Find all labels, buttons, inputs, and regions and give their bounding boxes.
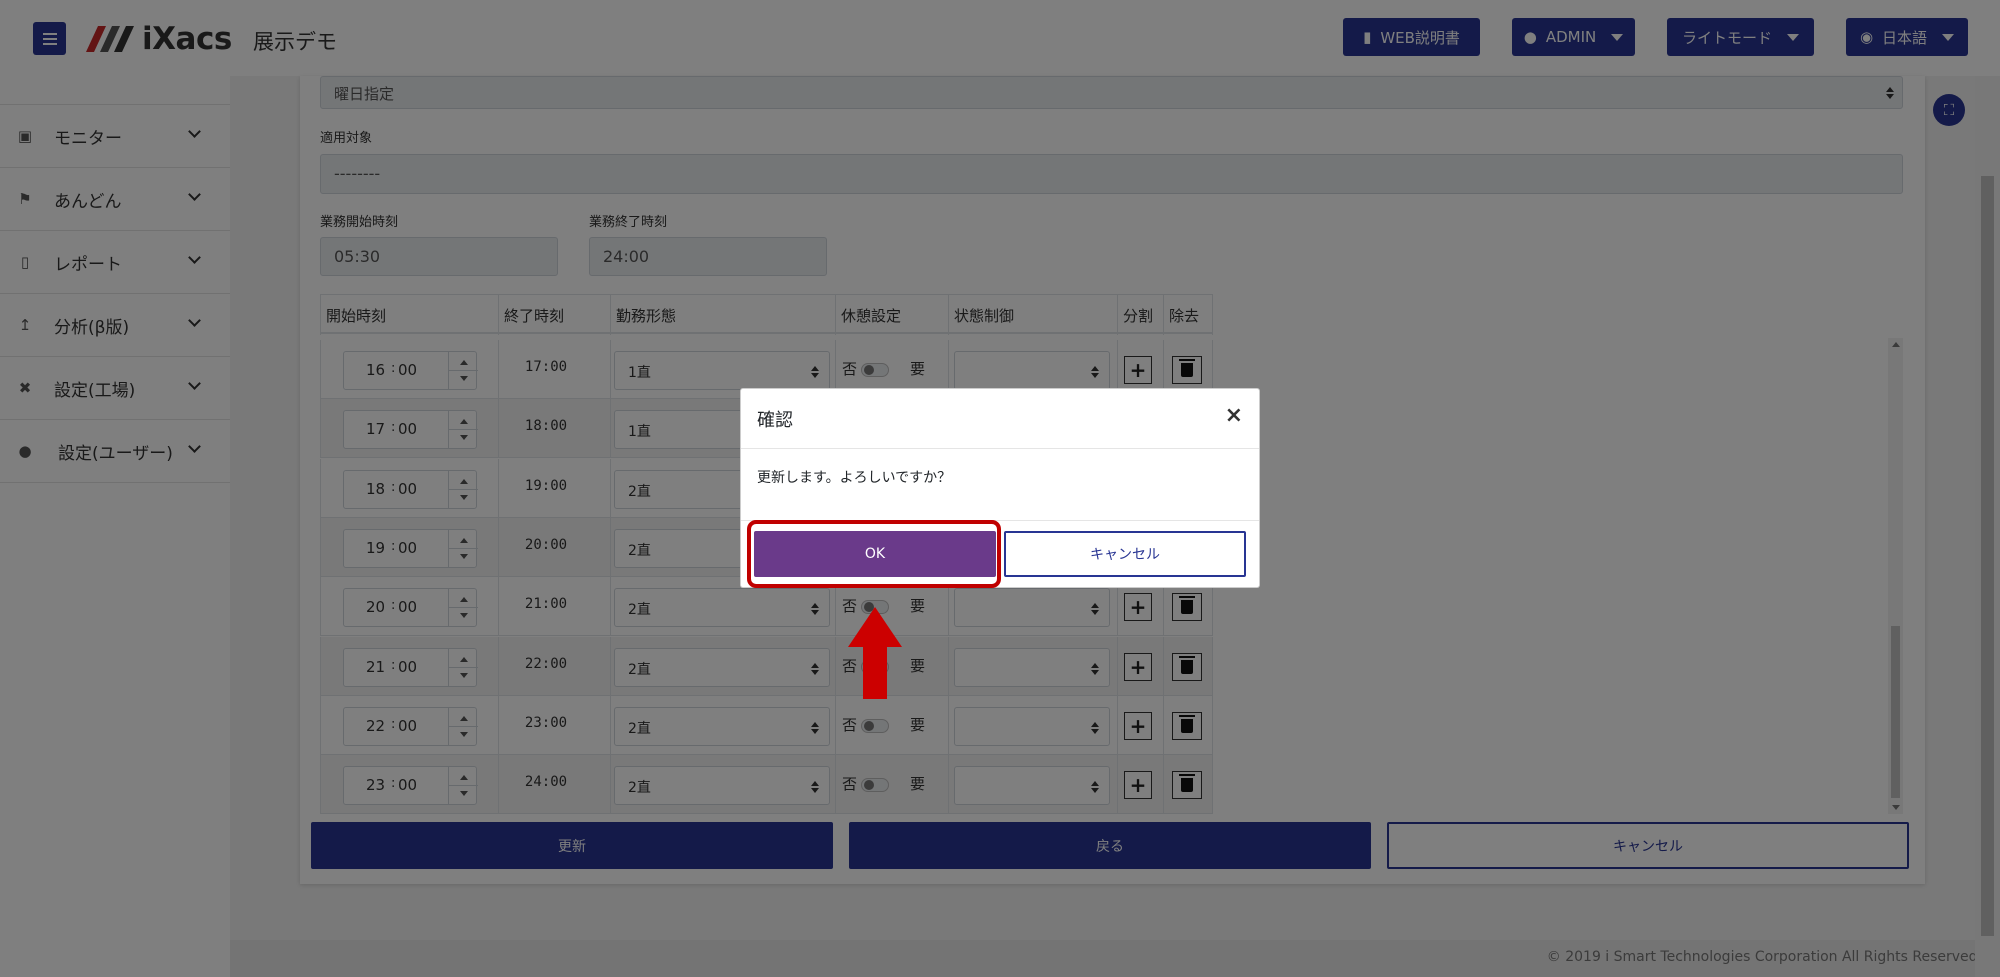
close-icon[interactable]: × — [1225, 403, 1243, 428]
dialog-title: 確認 — [757, 410, 793, 431]
red-arrow-annotation — [848, 607, 902, 699]
dialog-message: 更新します。よろしいですか？ — [757, 470, 952, 486]
dialog-cancel-button[interactable]: キャンセル — [1004, 531, 1246, 577]
dialog-ok-button[interactable]: OK — [754, 531, 996, 577]
dialog-header: 確認 × — [741, 389, 1259, 449]
